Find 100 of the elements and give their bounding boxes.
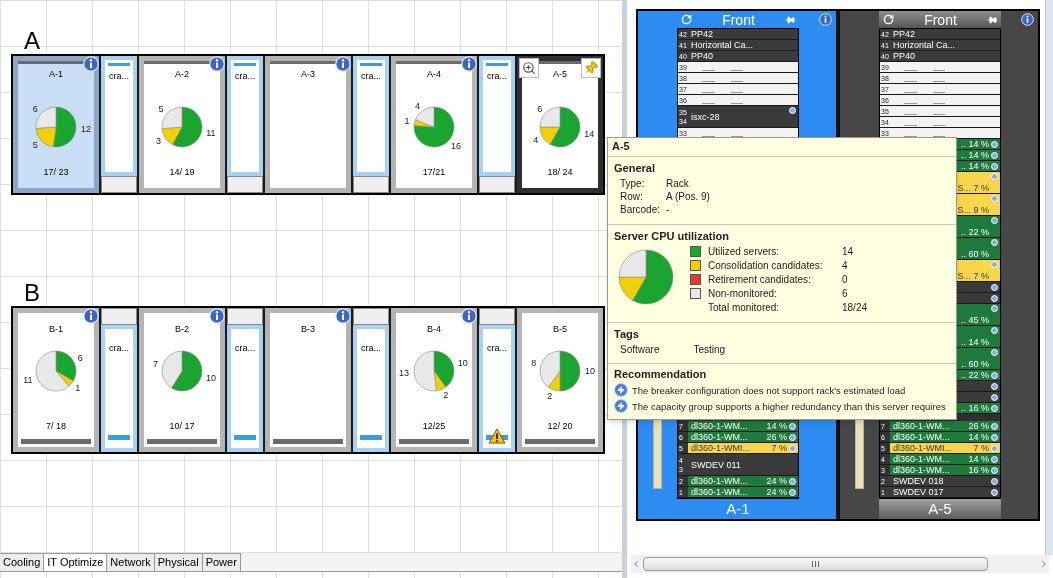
cooling-unit[interactable]: cra... xyxy=(353,325,389,452)
utilization-text: .. 60 % xyxy=(961,359,989,369)
unit-label: cra... xyxy=(109,343,129,354)
cooling-unit[interactable]: cra... xyxy=(101,325,137,452)
info-icon[interactable] xyxy=(335,56,351,72)
rack[interactable]: B-2 10 7 10/ 17 xyxy=(139,308,225,452)
vertical-scrollbar[interactable] xyxy=(1045,0,1053,555)
device-label: SWDEV 017 xyxy=(893,487,944,497)
cooling-unit[interactable]: cra... xyxy=(479,325,515,452)
view-tab[interactable]: Physical xyxy=(154,553,203,571)
unit-label: cra... xyxy=(361,71,381,82)
legend-value: 14 xyxy=(842,245,855,258)
rack[interactable]: B-1 6 1 11 7/ 18 xyxy=(13,308,99,452)
floor-tile xyxy=(353,176,389,193)
info-icon[interactable] xyxy=(83,308,99,324)
info-icon[interactable] xyxy=(209,56,225,72)
device-label: Horizontal Ca... xyxy=(691,40,754,50)
rack[interactable]: B-5 10 2 8 12/ 20 xyxy=(517,308,603,452)
rack[interactable]: B-4 10 2 13 12/25 xyxy=(391,308,477,452)
field-label: Type: xyxy=(620,177,646,190)
info-icon[interactable] xyxy=(461,56,477,72)
info-icon[interactable] xyxy=(83,56,99,72)
device-label: dl360-1-WMI... xyxy=(893,443,952,453)
rack[interactable]: A-3 xyxy=(265,56,351,193)
server-count: 17/ 23 xyxy=(43,167,69,178)
data-label: 7 xyxy=(152,358,158,369)
cooling-unit[interactable]: cra... xyxy=(101,56,137,176)
server-count: 14/ 19 xyxy=(169,167,195,178)
pin-icon[interactable] xyxy=(987,14,997,25)
pin-icon[interactable] xyxy=(785,14,795,25)
utilization-text: .. 14 % xyxy=(961,150,989,160)
scroll-right-icon[interactable] xyxy=(1039,559,1049,569)
data-label: 6 xyxy=(77,353,83,363)
rack[interactable]: A-1 12 5 6 17/ 23 xyxy=(13,56,99,193)
view-tab[interactable]: IT Optimize xyxy=(44,553,108,571)
rack[interactable]: B-3 xyxy=(265,308,351,452)
utilization-text: 24 % xyxy=(766,476,787,486)
device-label: dl360-1-WMI... xyxy=(691,443,750,453)
pin-button[interactable] xyxy=(581,58,601,78)
scroll-thumb[interactable] xyxy=(643,557,988,571)
server-count: 7/ 18 xyxy=(46,421,66,432)
data-label: 11 xyxy=(23,374,33,385)
cooling-unit[interactable]: cra... xyxy=(227,325,263,452)
unit-label: cra... xyxy=(109,71,129,82)
data-label: 5 xyxy=(158,104,164,115)
floor-tile xyxy=(479,308,515,325)
device-label: PP40 xyxy=(691,51,714,61)
info-icon[interactable] xyxy=(461,308,477,324)
rotate-icon[interactable] xyxy=(883,14,894,25)
cooling-unit[interactable]: cra... xyxy=(353,56,389,176)
horizontal-scrollbar[interactable] xyxy=(631,555,1049,573)
view-tab[interactable]: Cooling xyxy=(0,553,45,571)
server-count: 17/21 xyxy=(422,167,446,178)
rack-name: A-3 xyxy=(301,69,315,80)
data-label: 4 xyxy=(533,135,539,145)
row-label: B xyxy=(24,280,40,306)
utilization-text: 14 % xyxy=(766,421,787,431)
utilization-text: 26 % xyxy=(766,432,787,442)
device-label: PP40 xyxy=(893,51,916,61)
unit-label: cra... xyxy=(487,71,507,82)
device-label: dl360-1-WM... xyxy=(691,487,748,497)
rack-name: B-5 xyxy=(553,324,567,335)
server-count: 10/ 17 xyxy=(169,421,195,432)
cooling-unit[interactable]: cra... xyxy=(227,56,263,176)
field-value: Rack xyxy=(666,177,690,190)
rotate-icon[interactable] xyxy=(681,14,692,25)
info-icon[interactable] xyxy=(335,308,351,324)
server-count: 12/ 20 xyxy=(547,421,573,432)
rack[interactable]: A-5 14 4 6 18/ 24 xyxy=(517,56,603,193)
data-label: 10 xyxy=(206,373,217,384)
field-value: A (Pos. 9) xyxy=(666,190,711,203)
utilization-text: 14 % xyxy=(968,432,989,442)
view-tab[interactable]: Network xyxy=(107,553,155,571)
row-label: A xyxy=(24,28,40,54)
utilization-text: .. 14 % xyxy=(961,161,989,171)
view-title: Front xyxy=(721,11,756,28)
utilization-text: .. 14 % xyxy=(961,139,989,149)
server-count: 18/ 24 xyxy=(547,167,573,178)
zoom-button[interactable] xyxy=(519,58,539,78)
info-icon[interactable] xyxy=(1021,13,1034,26)
field-label: Barcode: xyxy=(620,203,662,216)
view-tab[interactable]: Power xyxy=(202,553,241,571)
utilization-text: S... 7 % xyxy=(957,271,989,281)
rack[interactable]: A-4 16 1 4 17/21 xyxy=(391,56,477,193)
section-heading: Tags xyxy=(614,328,640,341)
data-label: 12 xyxy=(80,123,91,134)
floor-tile xyxy=(227,176,263,193)
info-icon[interactable] xyxy=(819,13,832,26)
info-icon[interactable] xyxy=(209,308,225,324)
rack[interactable]: A-2 11 3 5 14/ 19 xyxy=(139,56,225,193)
device-label: dl360-1-WM... xyxy=(893,432,950,442)
rack-name: B-3 xyxy=(301,324,315,335)
utilization-text: 24 % xyxy=(766,487,787,497)
device-label: PP42 xyxy=(893,29,916,39)
data-label: 13 xyxy=(399,367,410,378)
rack-name: B-1 xyxy=(49,324,63,335)
cooling-unit[interactable]: cra... xyxy=(479,56,515,176)
scroll-left-icon[interactable] xyxy=(631,559,641,569)
utilization-text: 16 % xyxy=(968,465,989,475)
floor-tile xyxy=(353,308,389,325)
